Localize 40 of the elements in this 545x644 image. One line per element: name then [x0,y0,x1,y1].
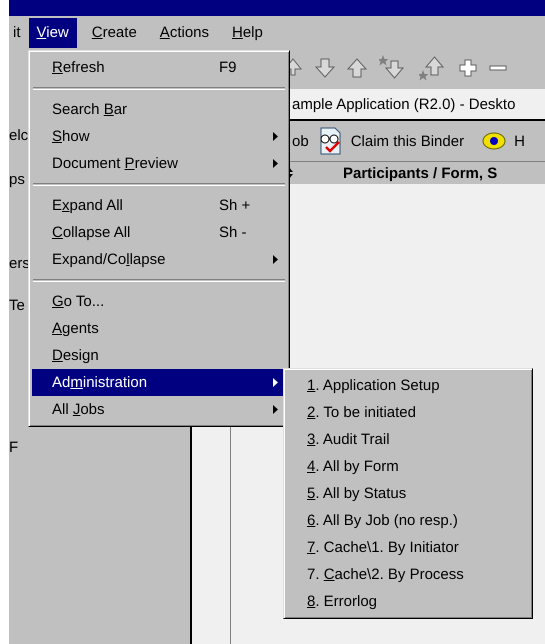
menu-item[interactable]: Go To... [32,288,286,315]
menu-item[interactable]: 5. All by Status [287,480,529,507]
panel-label: ps [9,171,25,188]
menu-item[interactable]: Collapse All Sh - [32,219,286,246]
panel-label: elc [9,127,28,144]
menu-item[interactable]: 8. Errorlog [287,588,529,615]
menu-bar-item[interactable]: View [28,18,77,48]
menu-item[interactable]: Show [32,123,286,150]
menu-item[interactable]: Expand All Sh + [32,192,286,219]
panel-label: F [9,439,18,456]
help-icon[interactable] [482,132,506,150]
star-up-arrow-icon[interactable] [419,55,447,81]
star-down-arrow-icon[interactable] [379,55,407,81]
menu-item[interactable]: Document Preview [32,150,286,177]
menu-bar-item[interactable]: Create [84,18,145,48]
menu-item[interactable]: 7. Cache\2. By Process [287,561,529,588]
toolbar-button[interactable]: ob [292,132,309,150]
menu-item[interactable]: 2. To be initiated [287,399,529,426]
menu-item[interactable]: 3. Audit Trail [287,426,529,453]
menu-item[interactable]: Search Bar [32,96,286,123]
menu-bar-item[interactable]: Actions [152,18,217,48]
document-title: ample Application (R2.0) - Deskto [292,96,516,112]
menu-bar-item[interactable]: Help [224,18,271,48]
menu-item[interactable]: Administration [32,369,286,396]
toolbar-button[interactable]: H [514,132,525,150]
menu-item[interactable]: 4. All by Form [287,453,529,480]
toolbar-button[interactable]: Claim this Binder [350,132,464,150]
menu-item[interactable]: Refresh F9 [32,54,286,81]
panel-label: Te [9,297,25,314]
menu-item[interactable]: Design [32,342,286,369]
plus-icon[interactable] [459,59,477,77]
menu-item[interactable]: Agents [32,315,286,342]
menu-item[interactable]: 6. All By Job (no resp.) [287,507,529,534]
menu-item[interactable]: 7. Cache\1. By Initiator [287,534,529,561]
menu-item[interactable]: Expand/Collapse [32,246,286,273]
menu-bar-item[interactable]: it [9,18,28,48]
down-arrow-icon[interactable] [315,57,335,79]
menu-item[interactable]: 1. Application Setup [287,372,529,399]
column-header[interactable]: Participants / Form, S [343,164,498,182]
menu-item[interactable]: All Jobs [32,396,286,423]
